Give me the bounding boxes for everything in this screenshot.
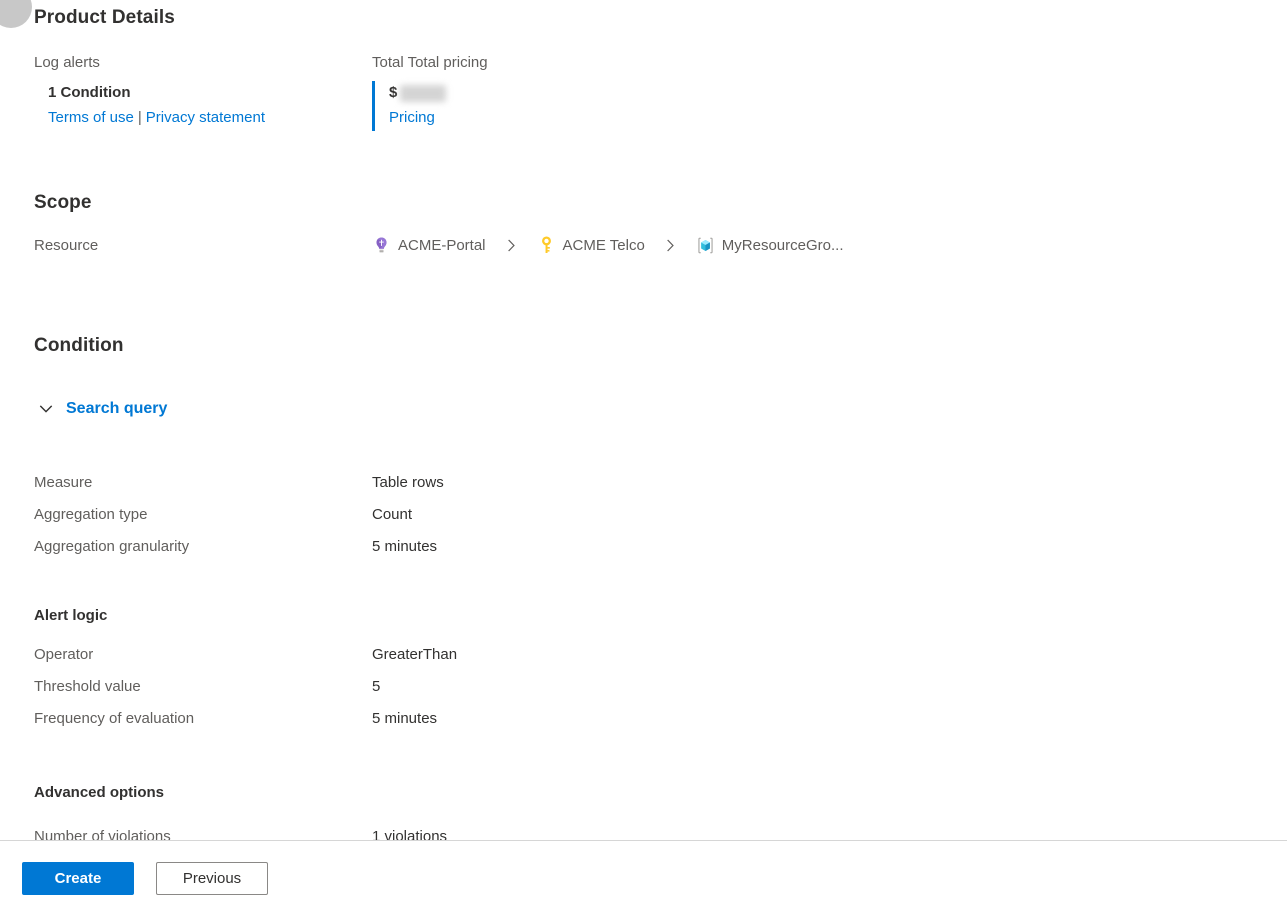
operator-label: Operator	[34, 646, 94, 663]
aggregation-type-value: Count	[372, 506, 413, 523]
breadcrumb-item-subscription[interactable]: ACME Telco	[537, 236, 645, 255]
aggregation-type-label: Aggregation type	[34, 506, 148, 523]
product-details-left-column: Log alerts 1 Condition Terms of use | Priv…	[34, 52, 364, 131]
threshold-value-value: 5	[372, 678, 381, 695]
scope-resource-row: Resource ACME-Portal ACME Telco MyResour…	[34, 236, 1267, 255]
operator-value: GreaterThan	[372, 646, 458, 663]
aggregation-granularity-label: Aggregation granularity	[34, 538, 190, 555]
measure-label: Measure	[34, 474, 93, 491]
terms-of-use-link[interactable]: Terms of use	[48, 109, 134, 126]
detail-row-number-of-violations: Number of violations 1 violations	[34, 828, 1267, 840]
search-query-label: Search query	[66, 400, 168, 417]
breadcrumb-item-resource-group[interactable]: MyResourceGro...	[696, 236, 844, 255]
key-icon	[537, 236, 556, 255]
detail-row-aggregation-type: Aggregation type Count	[34, 506, 1267, 538]
measure-value: Table rows	[372, 474, 444, 491]
number-of-violations-value: 1 violations	[372, 828, 448, 840]
advanced-options-heading: Advanced options	[34, 784, 165, 801]
breadcrumb-label-workspace: ACME-Portal	[398, 237, 486, 254]
product-details-right-column: Total Total pricing $ Pricing	[372, 52, 702, 131]
resource-group-icon	[696, 236, 715, 255]
aggregation-granularity-value: 5 minutes	[372, 538, 438, 555]
price-value-row: $	[389, 81, 702, 105]
chevron-right-icon-2	[663, 238, 678, 253]
breadcrumb-label-subscription: ACME Telco	[562, 237, 645, 254]
total-pricing-label: Total Total pricing	[372, 54, 488, 71]
resource-label: Resource	[34, 237, 99, 254]
detail-row-operator: Operator GreaterThan	[34, 646, 1267, 678]
scope-heading: Scope	[34, 192, 92, 213]
currency-symbol: $	[389, 84, 398, 101]
condition-heading: Condition	[34, 335, 124, 356]
breadcrumb-label-resource-group: MyResourceGro...	[721, 237, 844, 254]
chevron-down-icon	[38, 401, 54, 417]
number-of-violations-label: Number of violations	[34, 828, 171, 840]
condition-count-value: 1 Condition	[48, 84, 131, 101]
measure-detail-list: Measure Table rows Aggregation type Coun…	[34, 474, 1267, 570]
privacy-statement-link[interactable]: Privacy statement	[146, 109, 265, 126]
alert-logic-heading: Alert logic	[34, 607, 108, 624]
wizard-footer: Create Previous	[0, 840, 1287, 915]
pricing-link[interactable]: Pricing	[389, 109, 435, 126]
chevron-right-icon	[504, 238, 519, 253]
detail-row-frequency-of-evaluation: Frequency of evaluation 5 minutes	[34, 710, 1267, 742]
frequency-of-evaluation-label: Frequency of evaluation	[34, 710, 195, 727]
link-separator: |	[137, 109, 142, 126]
detail-row-threshold-value: Threshold value 5	[34, 678, 1267, 710]
search-query-toggle[interactable]: Search query	[38, 400, 167, 418]
detail-row-aggregation-granularity: Aggregation granularity 5 minutes	[34, 538, 1267, 570]
product-details-heading: Product Details	[34, 7, 175, 28]
threshold-value-label: Threshold value	[34, 678, 141, 695]
detail-row-measure: Measure Table rows	[34, 474, 1267, 506]
log-alerts-label: Log alerts	[34, 54, 100, 71]
breadcrumb-item-workspace[interactable]: ACME-Portal	[372, 236, 486, 255]
lightbulb-icon	[372, 236, 391, 255]
create-button[interactable]: Create	[22, 861, 134, 895]
pricing-accent-block: $ Pricing	[372, 81, 702, 131]
alert-logic-detail-list: Operator GreaterThan Threshold value 5 F…	[34, 646, 1267, 742]
previous-button[interactable]: Previous	[156, 861, 268, 895]
product-details-links: Terms of use | Privacy statement	[48, 105, 364, 131]
review-create-pane: Product Details Log alerts 1 Condition T…	[0, 0, 1287, 840]
pricing-link-row: Pricing	[389, 105, 702, 131]
frequency-of-evaluation-value: 5 minutes	[372, 710, 438, 727]
resource-breadcrumb: ACME-Portal ACME Telco MyResourceGro...	[372, 236, 844, 255]
redacted-price-amount	[400, 84, 447, 102]
